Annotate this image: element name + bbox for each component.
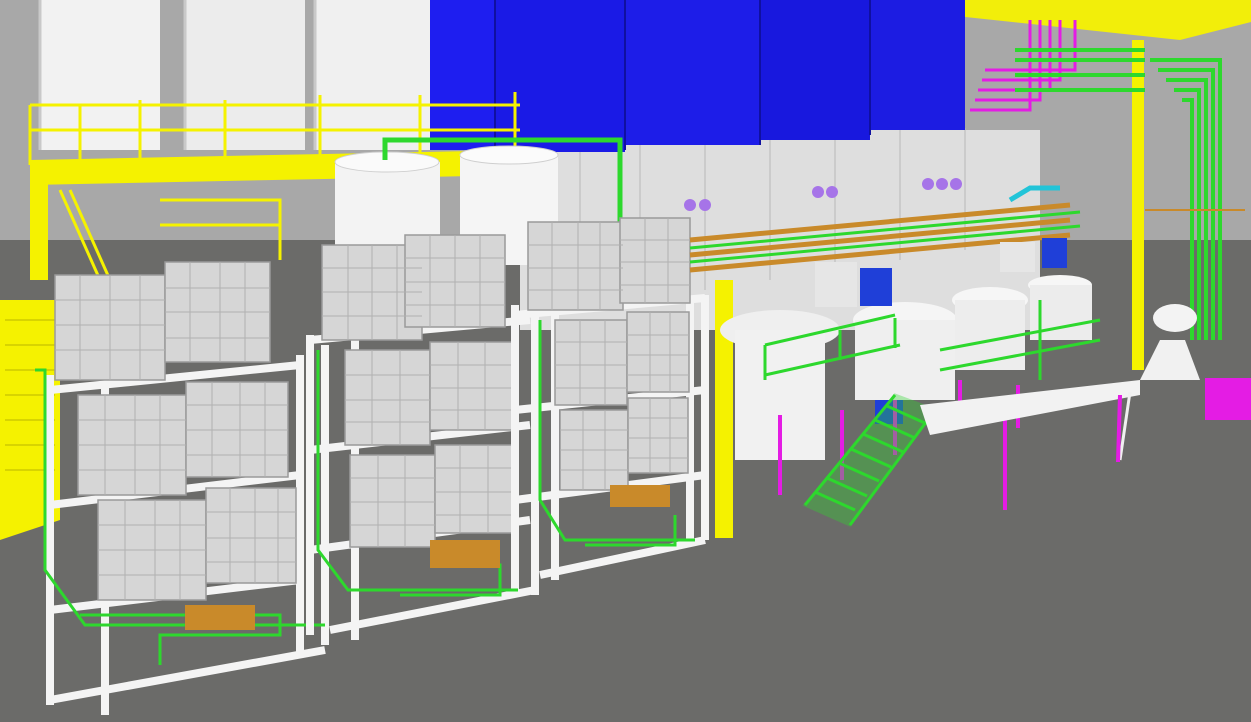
yellow-column [715,280,733,538]
cad-3d-viewport[interactable] [0,0,1251,722]
white-storage-silos [38,0,435,150]
plant-3d-model-render [0,0,1251,722]
